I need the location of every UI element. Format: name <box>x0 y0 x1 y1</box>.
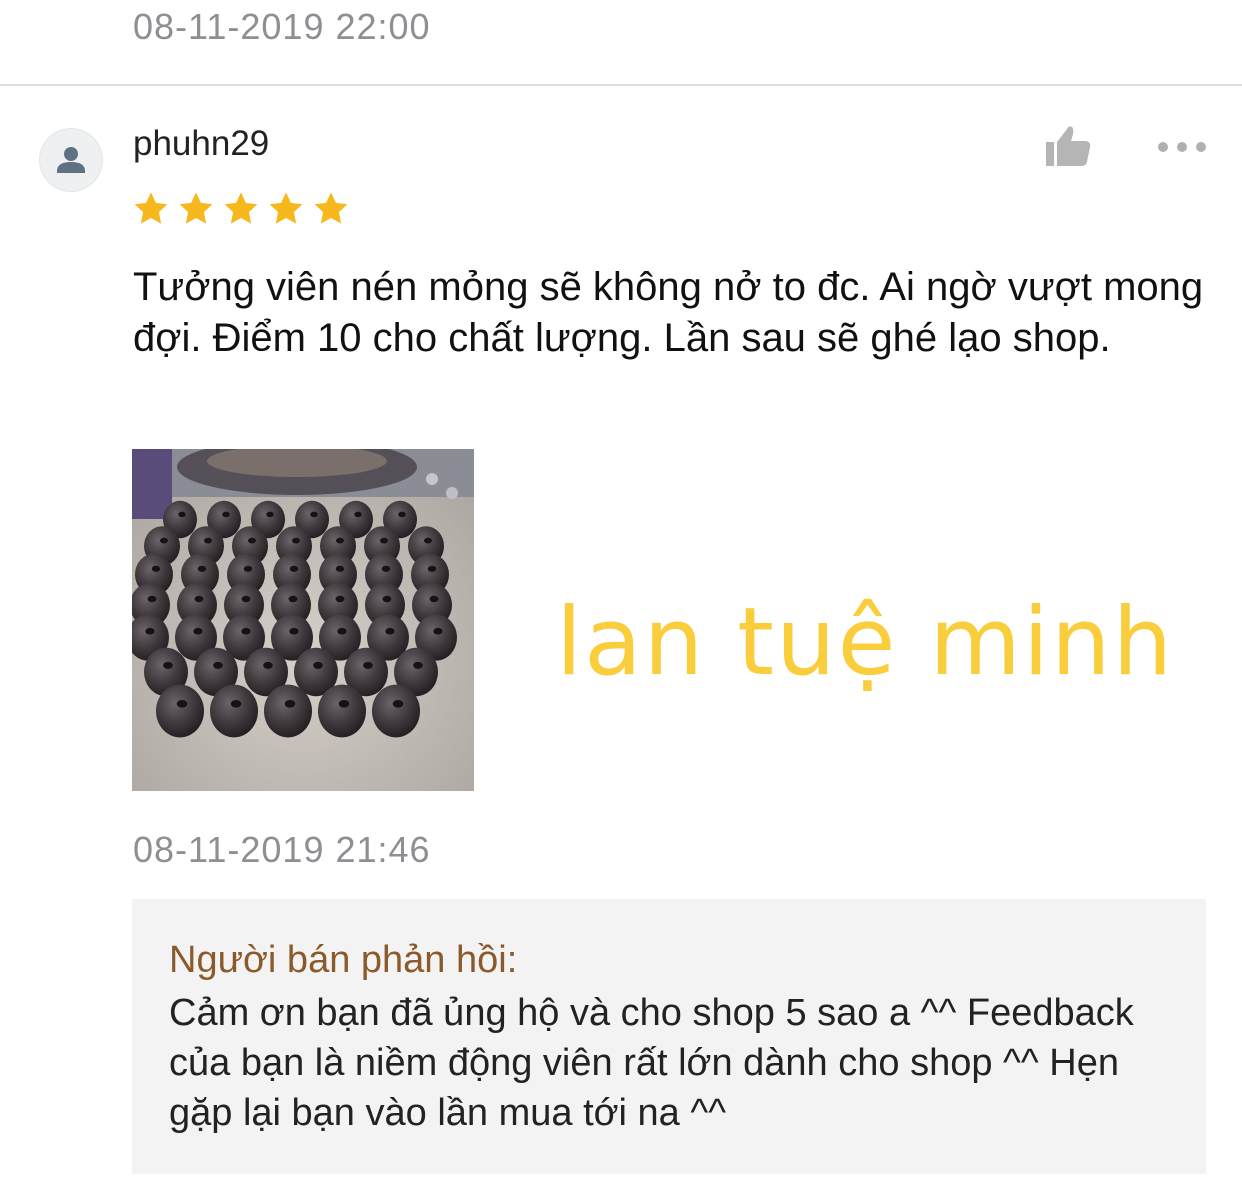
thumbs-up-icon[interactable] <box>1044 124 1092 168</box>
star-rating <box>132 190 350 228</box>
review-timestamp: 08-11-2019 21:46 <box>133 829 431 870</box>
star-icon <box>179 192 213 224</box>
seller-reply-label: Người bán phản hồi: <box>169 939 518 981</box>
review-text: Tưởng viên nén mỏng sẽ không nở to đc. A… <box>133 265 1204 360</box>
seller-reply-text: Cảm ơn bạn đã ủng hộ và cho shop 5 sao a… <box>169 992 1134 1134</box>
previous-review-timestamp: 08-11-2019 22:00 <box>133 6 431 47</box>
star-icon <box>224 192 258 224</box>
star-icon <box>269 192 303 224</box>
reviewer-username[interactable]: phuhn29 <box>133 124 269 164</box>
photo-watermark: lan tuệ minh <box>556 588 1175 697</box>
star-icon <box>134 192 168 224</box>
avatar[interactable] <box>40 129 102 191</box>
seller-reply-box: Người bán phản hồi: Cảm ơn bạn đã ủng hộ… <box>132 899 1206 1174</box>
user-silhouette-icon <box>57 147 85 173</box>
star-icon <box>314 192 348 224</box>
more-dots-icon[interactable] <box>1156 137 1208 157</box>
review-photo[interactable] <box>132 449 474 791</box>
review-divider <box>0 84 1242 86</box>
